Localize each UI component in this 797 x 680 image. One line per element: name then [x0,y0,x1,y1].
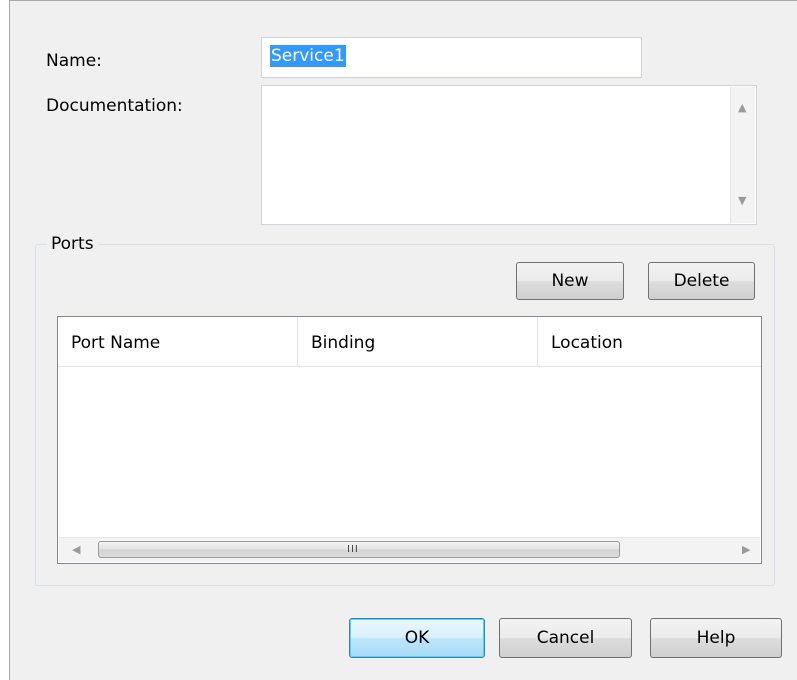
column-header-binding[interactable]: Binding [298,317,538,366]
delete-port-button[interactable]: Delete [648,262,755,300]
column-header-port-name[interactable]: Port Name [58,317,298,366]
help-button[interactable]: Help [650,618,782,658]
new-port-button[interactable]: New [516,262,624,300]
scrollbar-grip: III [347,544,359,555]
cancel-button[interactable]: Cancel [499,618,632,658]
name-input-value: Service1 [270,45,346,67]
ok-button[interactable]: OK [349,618,485,658]
arrow-up-icon[interactable]: ▲ [738,102,746,113]
name-input[interactable]: Service1 [261,37,642,78]
arrow-down-icon[interactable]: ▼ [738,195,746,206]
ports-table[interactable]: Port Name Binding Location ◀ III ▶ [57,316,762,564]
service-dialog: Name: Service1 Documentation: ▲ ▼ Ports … [9,0,797,680]
ports-group-title: Ports [47,234,98,254]
name-label: Name: [46,51,102,71]
ports-table-header: Port Name Binding Location [58,317,761,367]
documentation-textarea[interactable]: ▲ ▼ [261,85,757,225]
ports-horizontal-scrollbar[interactable]: ◀ III ▶ [59,537,760,562]
column-header-location[interactable]: Location [538,317,761,366]
documentation-label: Documentation: [46,96,183,116]
documentation-vertical-scrollbar[interactable]: ▲ ▼ [730,87,755,223]
arrow-right-icon[interactable]: ▶ [742,544,750,555]
scrollbar-thumb[interactable]: III [98,541,620,558]
arrow-left-icon[interactable]: ◀ [72,544,80,555]
